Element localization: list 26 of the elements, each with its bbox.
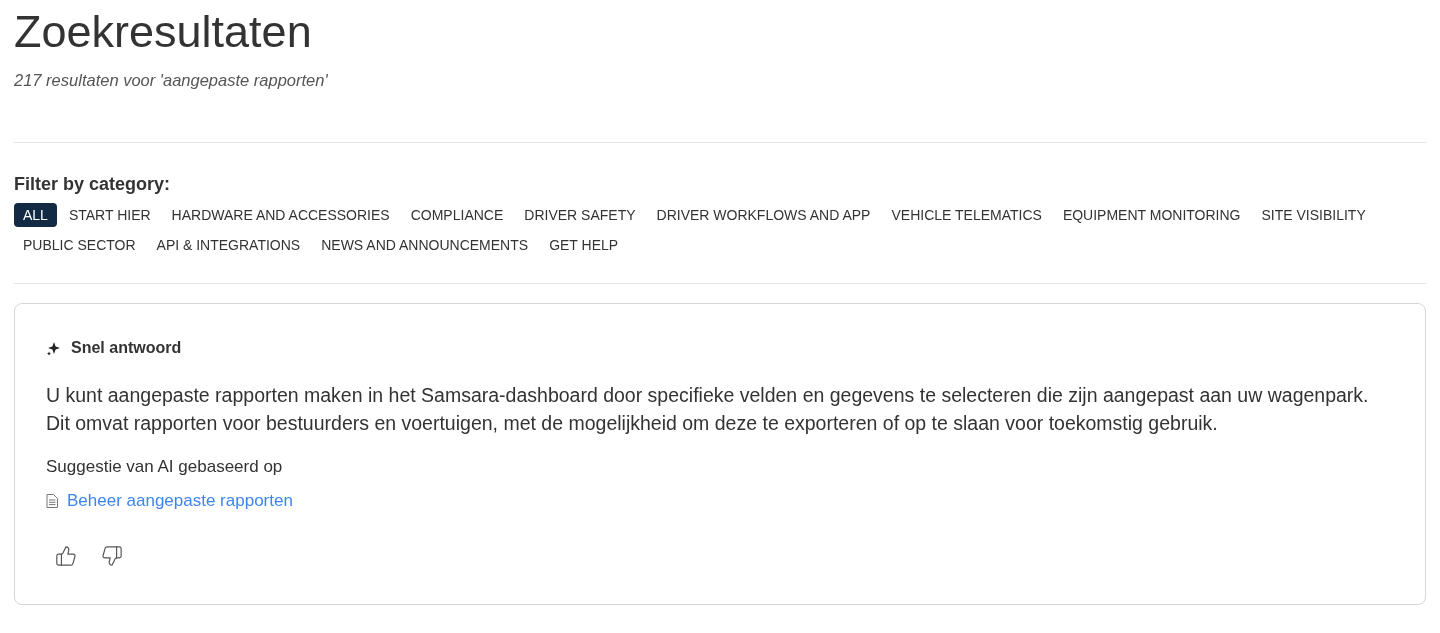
category-chip[interactable]: ALL — [14, 203, 57, 227]
thumbs-down-button[interactable] — [100, 544, 124, 568]
category-chip[interactable]: SITE VISIBILITY — [1252, 203, 1375, 227]
thumbs-up-icon — [55, 545, 77, 567]
quick-answer-heading: Snel antwoord — [71, 338, 182, 358]
category-chip[interactable]: API & INTEGRATIONS — [147, 233, 310, 257]
category-chip[interactable]: GET HELP — [540, 233, 628, 257]
category-chip[interactable]: HARDWARE AND ACCESSORIES — [162, 203, 399, 227]
sparkle-icon — [46, 340, 61, 356]
results-count: 217 resultaten voor 'aangepaste rapporten' — [14, 70, 328, 90]
category-chip[interactable]: DRIVER SAFETY — [515, 203, 645, 227]
thumbs-down-icon — [101, 545, 123, 567]
category-chip[interactable]: VEHICLE TELEMATICS — [882, 203, 1051, 227]
category-chip[interactable]: COMPLIANCE — [401, 203, 513, 227]
page-title: Zoekresultaten — [14, 6, 312, 58]
thumbs-up-button[interactable] — [54, 544, 78, 568]
filter-label: Filter by category: — [14, 173, 171, 195]
document-icon — [46, 494, 58, 508]
category-chip[interactable]: START HIER — [59, 203, 160, 227]
category-chip[interactable]: DRIVER WORKFLOWS AND APP — [647, 203, 880, 227]
source-label: Suggestie van AI gebaseerd op — [46, 457, 283, 477]
category-chip[interactable]: PUBLIC SECTOR — [14, 233, 145, 257]
category-chip[interactable]: NEWS AND ANNOUNCEMENTS — [312, 233, 538, 257]
source-link[interactable]: Beheer aangepaste rapporten — [67, 491, 293, 511]
answer-paragraph: U kunt aangepaste rapporten maken in het Samsara-dashboard door specifieke velden en gegevens te selecteren die zijn aangepast aan uw wagenpark. Dit omvat rapporten voor bestuurders en voertuigen, met de mogelijkheid om deze te exporteren of op te slaan voor toekomstig gebruik. — [46, 383, 1370, 436]
category-chip[interactable]: EQUIPMENT MONITORING — [1053, 203, 1250, 227]
